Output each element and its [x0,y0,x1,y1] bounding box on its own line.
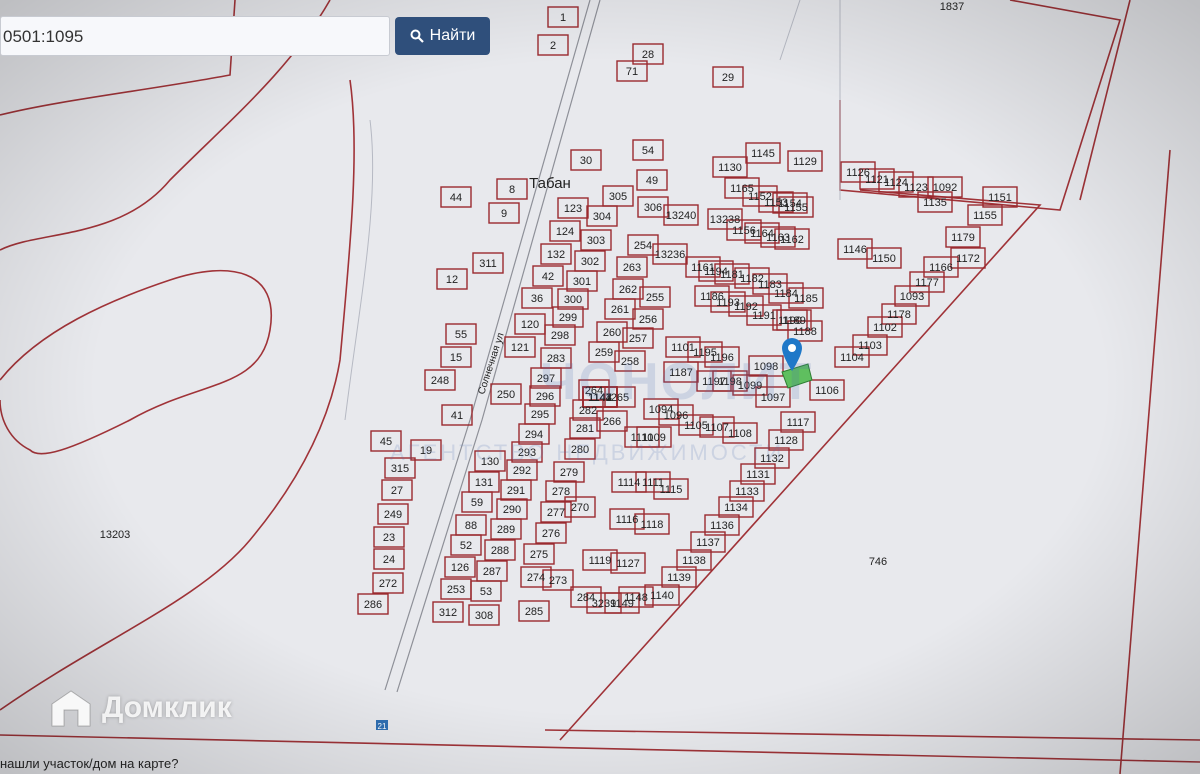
location-pin-icon[interactable] [780,336,804,372]
find-button-label: Найти [429,27,476,44]
domclick-watermark: Домклик [48,688,232,728]
overlay-brand: ЧОНОЛИТ [540,353,814,411]
map-hint-link[interactable]: нашли участок/дом на карте? [0,756,178,771]
house-logo-icon [51,690,91,727]
overlay-tagline: АГЕНТСТВО НЕДВИЖИМОСТИ [390,440,785,465]
search-icon [410,29,424,43]
search-input[interactable] [3,27,373,47]
brand-name: Домклик [102,691,232,724]
find-button[interactable]: Найти [395,17,490,55]
search-field[interactable] [0,16,390,56]
